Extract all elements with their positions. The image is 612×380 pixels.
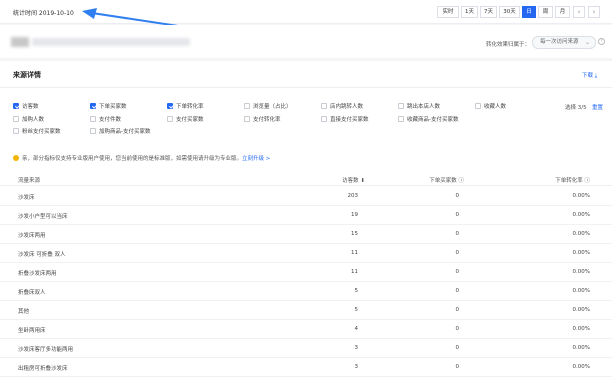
col-visitors[interactable]: 访客数 ⬇ [342,176,365,184]
table-row: 沙发床两用 15 0 0.00% [0,225,612,244]
upgrade-link[interactable]: 立刻升级 > [242,156,270,162]
metric-paid-buyers[interactable]: 支付买家数 [167,116,204,124]
checkbox-icon [90,116,96,122]
selected-count: 选择 3/5 [565,105,587,111]
table-header: 流量来源 访客数 ⬇ 下单买家数 ⓘ 下单转化率 ⓘ [0,172,612,186]
col-source: 流量来源 [18,178,41,184]
checkbox-icon [398,116,404,122]
blurred-logo [11,37,29,47]
table-row: 其他 5 0 0.00% [0,301,612,320]
metric-bounce[interactable]: 跳出本店人数 [398,103,440,111]
table-row: 折叠床双人 5 0 0.00% [0,282,612,301]
conversion-value: 每一次访问来源 [540,39,579,45]
checkbox-icon [475,103,481,109]
col-order-conversion[interactable]: 下单转化率 ⓘ [555,176,590,184]
metric-fan-paid-buyers[interactable]: 粉丝支付买家数 [13,128,61,136]
checkbox-icon [398,103,404,109]
chevron-down-icon: ⌄ [584,39,590,46]
checkbox-icon [244,116,250,122]
metric-favorites[interactable]: 收藏人数 [475,103,506,111]
table-row: 坐卧两用床 4 0 0.00% [0,320,612,339]
checkbox-icon [90,128,96,134]
divider [0,87,612,88]
checkbox-icon [13,116,19,122]
source-detail-panel: 来源详情 下载 ⤓ 访客数 下单买家数 下单转化率 浏览量（占比） 店内跳转人数… [0,61,612,380]
checkbox-checked-icon [167,103,173,109]
checkbox-icon [321,103,327,109]
metric-order-conversion[interactable]: 下单转化率 [167,103,204,111]
metric-cart-paid-buyers[interactable]: 加购商品-支付买家数 [90,128,151,136]
metric-paid-items[interactable]: 支付件数 [90,116,121,124]
metric-fav-paid-buyers[interactable]: 收藏商品-支付买家数 [398,116,459,124]
checkbox-icon [321,116,327,122]
metric-in-store-jumps[interactable]: 店内跳转人数 [321,103,363,111]
metric-paid-conversion[interactable]: 支付转化率 [244,116,281,124]
conversion-label: 转化效果归属于： [486,42,531,48]
section-title: 来源详情 [13,71,41,79]
table-row: 折叠沙发床两用 11 0 0.00% [0,263,612,282]
metric-add-cart[interactable]: 加购人数 [13,116,44,124]
table-row: 沙发床 203 0 0.00% [0,187,612,206]
download-link[interactable]: 下载 ⤓ [582,71,597,80]
upgrade-notice: 亲，部分指标仅支持专业版用户使用，您当前使用的是标准版，如需使用请升级为专业版。… [13,154,270,162]
reset-link[interactable]: 重置 [592,103,603,111]
conversion-select[interactable]: 每一次访问来源 ⌄ [532,36,596,49]
metric-direct-paid-buyers[interactable]: 直接支付买家数 [321,116,369,124]
checkbox-checked-icon [90,103,96,109]
help-circle-icon[interactable]: ? [598,38,605,45]
metric-order-buyers[interactable]: 下单买家数 [90,103,127,111]
col-order-buyers[interactable]: 下单买家数 ⓘ [429,176,464,184]
metric-pageviews[interactable]: 浏览量（占比） [244,103,292,111]
checkbox-checked-icon [13,103,19,109]
warning-icon [13,155,19,161]
table-row: 沙发小户型可以当床 19 0 0.00% [0,206,612,225]
table-row: 沙发床客厅多功能两用 3 0 0.00% [0,339,612,358]
table-row: 出租房可折叠沙发床 3 0 0.00% [0,358,612,377]
checkbox-icon [13,128,19,134]
checkbox-icon [244,103,250,109]
metric-visitors[interactable]: 访客数 [13,103,39,111]
checkbox-icon [167,116,173,122]
header-card: 转化效果归属于： 每一次访问来源 ⌄ ? [0,25,612,58]
blurred-shop-name [32,38,190,46]
table-row: 沙发床 可折叠 双人 11 0 0.00% [0,244,612,263]
